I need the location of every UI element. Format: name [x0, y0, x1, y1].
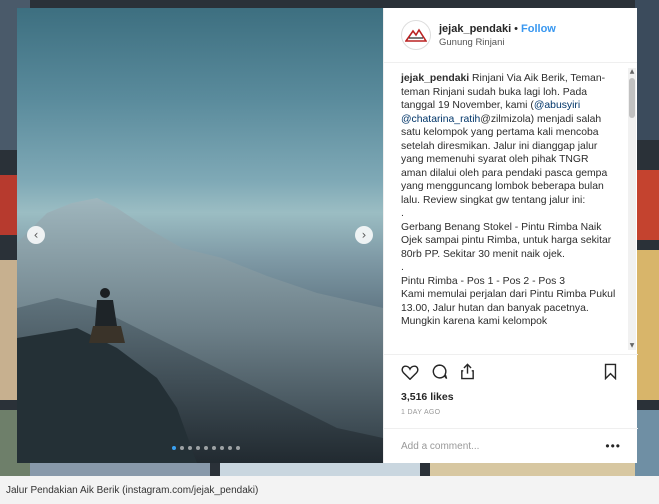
share-icon[interactable]	[460, 363, 475, 385]
chevron-left-icon[interactable]: ‹	[27, 226, 45, 244]
likes-count[interactable]: 3,516 likes	[401, 391, 621, 403]
post-actions: 3,516 likes 1 DAY AGO	[384, 354, 638, 416]
scroll-up-icon[interactable]: ▲	[628, 68, 636, 76]
post-caption: jejak_pendaki Rinjani Via Aik Berik, Tem…	[384, 64, 638, 329]
carousel-dot	[188, 446, 192, 450]
backdrop-tile	[635, 0, 659, 140]
carousel-dots	[172, 446, 240, 450]
carousel-dot	[196, 446, 200, 450]
comment-icon[interactable]	[431, 363, 448, 385]
scroll-down-icon[interactable]: ▼	[628, 342, 636, 350]
mention-link[interactable]: @abusyiri	[534, 100, 580, 111]
caption-scrollbar[interactable]: ▲ ▼	[628, 68, 636, 350]
comment-input[interactable]: Add a comment...	[401, 441, 479, 452]
mountain-logo-icon	[405, 28, 427, 42]
location-link[interactable]: Gunung Rinjani	[439, 37, 556, 48]
bookmark-icon[interactable]	[604, 363, 617, 385]
post-timestamp: 1 DAY AGO	[401, 409, 441, 416]
post-header: jejak_pendaki • Follow Gunung Rinjani	[384, 8, 637, 63]
backdrop-tile	[430, 462, 635, 476]
post-modal: ‹ › jejak_pendaki • Follow Gunung Rinjani …	[17, 8, 638, 463]
backdrop-tile	[635, 410, 659, 476]
carousel-dot	[228, 446, 232, 450]
scroll-thumb[interactable]	[629, 78, 635, 118]
carousel-dot	[236, 446, 240, 450]
carousel-dot	[220, 446, 224, 450]
backdrop-tile	[220, 462, 420, 476]
post-photo[interactable]: ‹ ›	[17, 8, 383, 463]
caption-space	[580, 100, 583, 111]
chevron-right-icon[interactable]: ›	[355, 226, 373, 244]
more-options-button[interactable]: •••	[605, 439, 621, 453]
mention-link[interactable]: @chatarina_ratih	[401, 114, 480, 125]
carousel-dot	[180, 446, 184, 450]
comment-box: Add a comment... •••	[384, 428, 638, 463]
follow-button[interactable]: Follow	[521, 23, 556, 35]
separator-dot: •	[514, 22, 519, 35]
article-image-caption: Jalur Pendakian Aik Berik (instagram.com…	[0, 476, 659, 504]
carousel-dot	[204, 446, 208, 450]
carousel-dot	[172, 446, 176, 450]
avatar[interactable]	[401, 20, 431, 50]
carousel-dot	[212, 446, 216, 450]
username-link[interactable]: jejak_pendaki	[439, 23, 511, 35]
heart-icon[interactable]	[401, 364, 419, 385]
backdrop-tile	[30, 462, 210, 476]
mountain-photo-illustration	[17, 198, 383, 463]
caption-author[interactable]: jejak_pendaki	[401, 73, 469, 84]
backdrop-tile	[635, 250, 659, 400]
backdrop-tile	[635, 170, 659, 240]
caption-text: @zilmizola) menjadi salah satu kelompok …	[401, 113, 616, 328]
post-side-panel: jejak_pendaki • Follow Gunung Rinjani jeja…	[383, 8, 638, 463]
caption-area: jejak_pendaki Rinjani Via Aik Berik, Tem…	[384, 64, 638, 354]
